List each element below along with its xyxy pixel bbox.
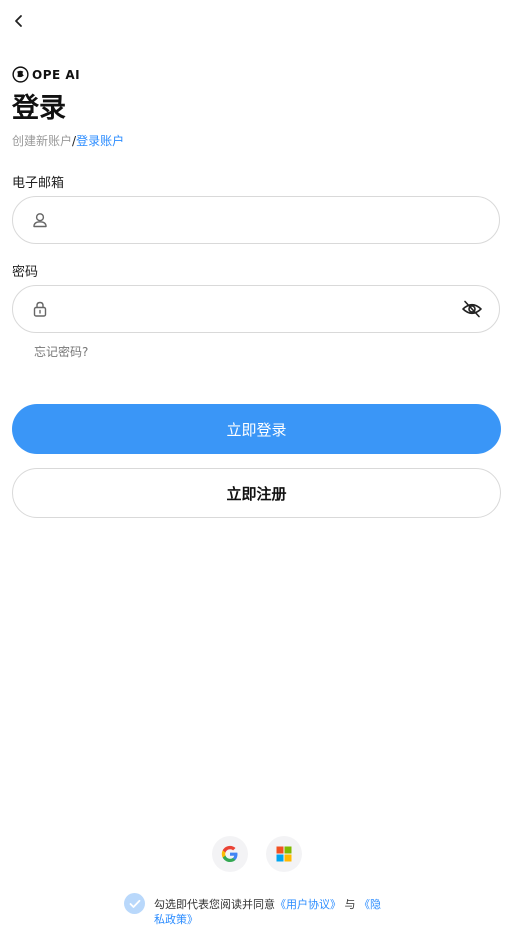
microsoft-login-button[interactable]	[266, 836, 302, 872]
agreement-prefix: 勾选即代表您阅读并同意	[154, 898, 275, 911]
agreement-text: 勾选即代表您阅读并同意《用户协议》 与 《隐私政策》	[154, 897, 386, 927]
create-account-link[interactable]: 创建新账户	[12, 134, 72, 148]
back-button[interactable]	[8, 10, 30, 32]
email-field-container[interactable]	[12, 196, 500, 244]
agreement: 勾选即代表您阅读并同意《用户协议》 与 《隐私政策》	[124, 893, 386, 927]
brand-mark-icon	[12, 66, 29, 83]
chevron-left-icon	[15, 15, 22, 27]
microsoft-icon	[276, 846, 292, 862]
forgot-password-link[interactable]: 忘记密码?	[34, 343, 88, 360]
check-icon	[129, 899, 140, 908]
agreement-and: 与	[344, 898, 356, 911]
lock-icon	[33, 301, 47, 317]
login-button[interactable]: 立即登录	[12, 404, 501, 454]
login-account-link[interactable]: 登录账户	[76, 134, 124, 148]
agreement-checkbox[interactable]	[124, 893, 145, 914]
email-input[interactable]	[59, 196, 499, 244]
email-label: 电子邮箱	[12, 176, 65, 191]
user-icon	[33, 213, 47, 228]
page-title: 登录	[12, 93, 66, 124]
password-field-container[interactable]	[12, 285, 500, 333]
register-button[interactable]: 立即注册	[12, 468, 501, 518]
user-agreement-link[interactable]: 《用户协议》	[275, 898, 341, 911]
brand-logo: OPE AI	[12, 66, 80, 83]
password-label: 密码	[12, 265, 39, 280]
auth-switch: 创建新账户/登录账户	[12, 132, 124, 149]
google-icon	[221, 845, 238, 862]
password-input[interactable]	[59, 285, 461, 333]
eye-off-icon[interactable]	[461, 298, 483, 320]
brand-name: OPE AI	[32, 67, 81, 82]
google-login-button[interactable]	[212, 836, 248, 872]
